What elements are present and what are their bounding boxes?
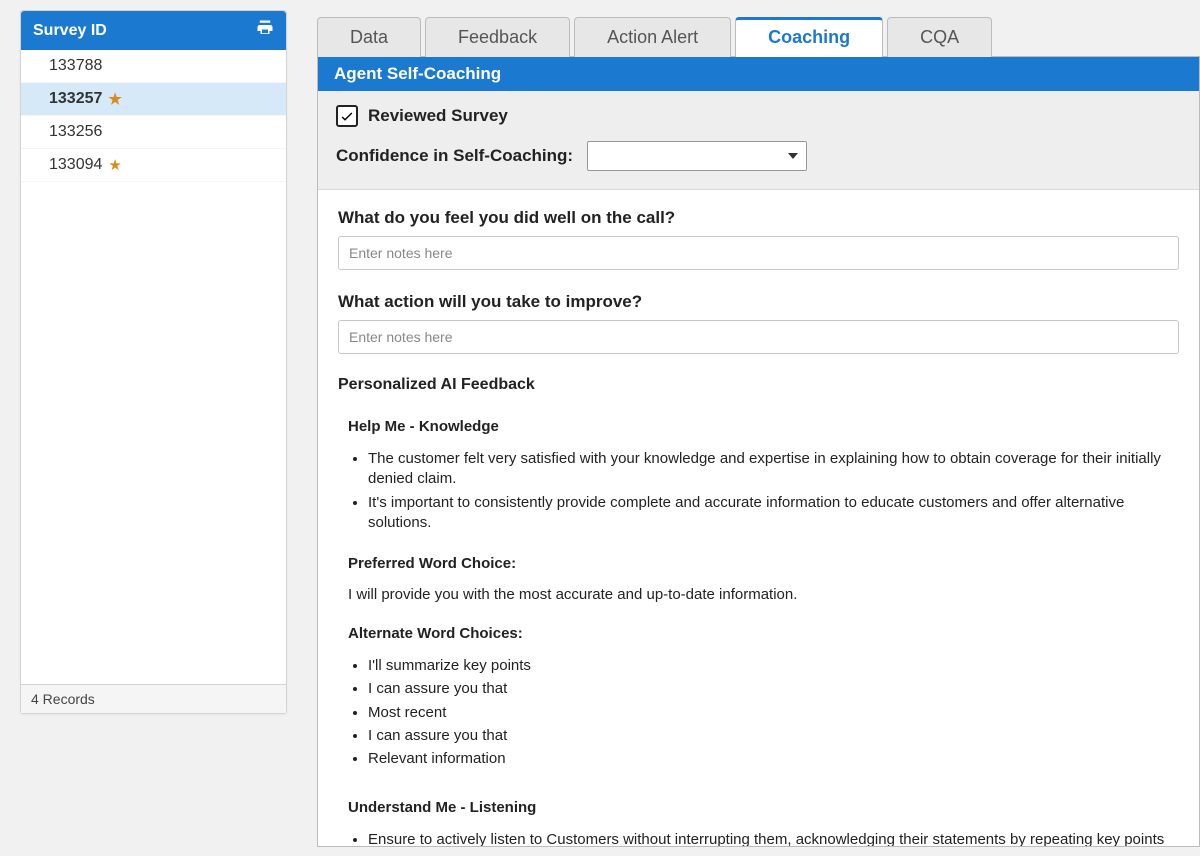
survey-item[interactable]: 133094 ★	[21, 149, 286, 182]
survey-item[interactable]: 133257 ★	[21, 83, 286, 116]
alternate-bullets: I'll summarize key points I can assure yo…	[368, 656, 1179, 769]
list-item: Ensure to actively listen to Customers w…	[368, 830, 1179, 847]
print-icon[interactable]	[256, 19, 274, 42]
q2-input[interactable]: Enter notes here	[338, 320, 1179, 354]
tab-content: Agent Self-Coaching Reviewed Survey Conf…	[317, 57, 1200, 847]
list-item: I can assure you that	[368, 679, 1179, 699]
reviewed-checkbox[interactable]	[336, 105, 358, 127]
list-item: It's important to consistently provide c…	[368, 493, 1179, 534]
list-item: Relevant information	[368, 749, 1179, 769]
tab-bar: DataFeedbackAction AlertCoachingCQA	[317, 16, 1200, 57]
sidebar-title: Survey ID	[33, 22, 107, 40]
survey-list[interactable]: 133788 133257 ★ 133256 133094 ★	[21, 50, 286, 684]
q1-input[interactable]: Enter notes here	[338, 236, 1179, 270]
section-knowledge-bullets: The customer felt very satisfied with yo…	[368, 449, 1179, 533]
list-item: Most recent	[368, 703, 1179, 723]
confidence-select[interactable]	[587, 141, 807, 171]
survey-sidebar: Survey ID 133788 133257 ★ 133256 133094 ★ 4 R…	[20, 10, 287, 714]
survey-item[interactable]: 133788	[21, 50, 286, 83]
alternate-header: Alternate Word Choices:	[348, 625, 1179, 642]
tab-cqa[interactable]: CQA	[887, 17, 992, 57]
preferred-text: I will provide you with the most accurat…	[348, 586, 1179, 603]
q1-label: What do you feel you did well on the cal…	[338, 208, 1179, 228]
coaching-controls: Reviewed Survey Confidence in Self-Coach…	[318, 91, 1199, 190]
reviewed-label: Reviewed Survey	[368, 106, 508, 126]
tab-action-alert[interactable]: Action Alert	[574, 17, 731, 57]
list-item: The customer felt very satisfied with yo…	[368, 449, 1179, 490]
preferred-header: Preferred Word Choice:	[348, 555, 1179, 572]
section-listening-bullets: Ensure to actively listen to Customers w…	[368, 830, 1179, 847]
panel-title: Agent Self-Coaching	[318, 57, 1199, 91]
survey-id-text: 133257	[49, 90, 102, 108]
tab-data[interactable]: Data	[317, 17, 421, 57]
list-item: I'll summarize key points	[368, 656, 1179, 676]
section-listening-header: Understand Me - Listening	[348, 799, 1179, 816]
survey-id-text: 133256	[49, 123, 102, 141]
ai-feedback-header: Personalized AI Feedback	[338, 376, 1179, 394]
survey-id-text: 133788	[49, 57, 102, 75]
coaching-body: What do you feel you did well on the cal…	[318, 190, 1199, 847]
main-panel: DataFeedbackAction AlertCoachingCQA Agen…	[317, 10, 1200, 847]
tab-feedback[interactable]: Feedback	[425, 17, 570, 57]
survey-id-text: 133094	[49, 156, 102, 174]
q2-label: What action will you take to improve?	[338, 292, 1179, 312]
section-knowledge-header: Help Me - Knowledge	[348, 418, 1179, 435]
tab-coaching[interactable]: Coaching	[735, 17, 883, 57]
list-item: I can assure you that	[368, 726, 1179, 746]
star-icon: ★	[108, 156, 121, 174]
sidebar-footer: 4 Records	[21, 684, 286, 713]
survey-item[interactable]: 133256	[21, 116, 286, 149]
star-icon: ★	[108, 90, 121, 108]
sidebar-header: Survey ID	[21, 11, 286, 50]
confidence-label: Confidence in Self-Coaching:	[336, 146, 573, 166]
